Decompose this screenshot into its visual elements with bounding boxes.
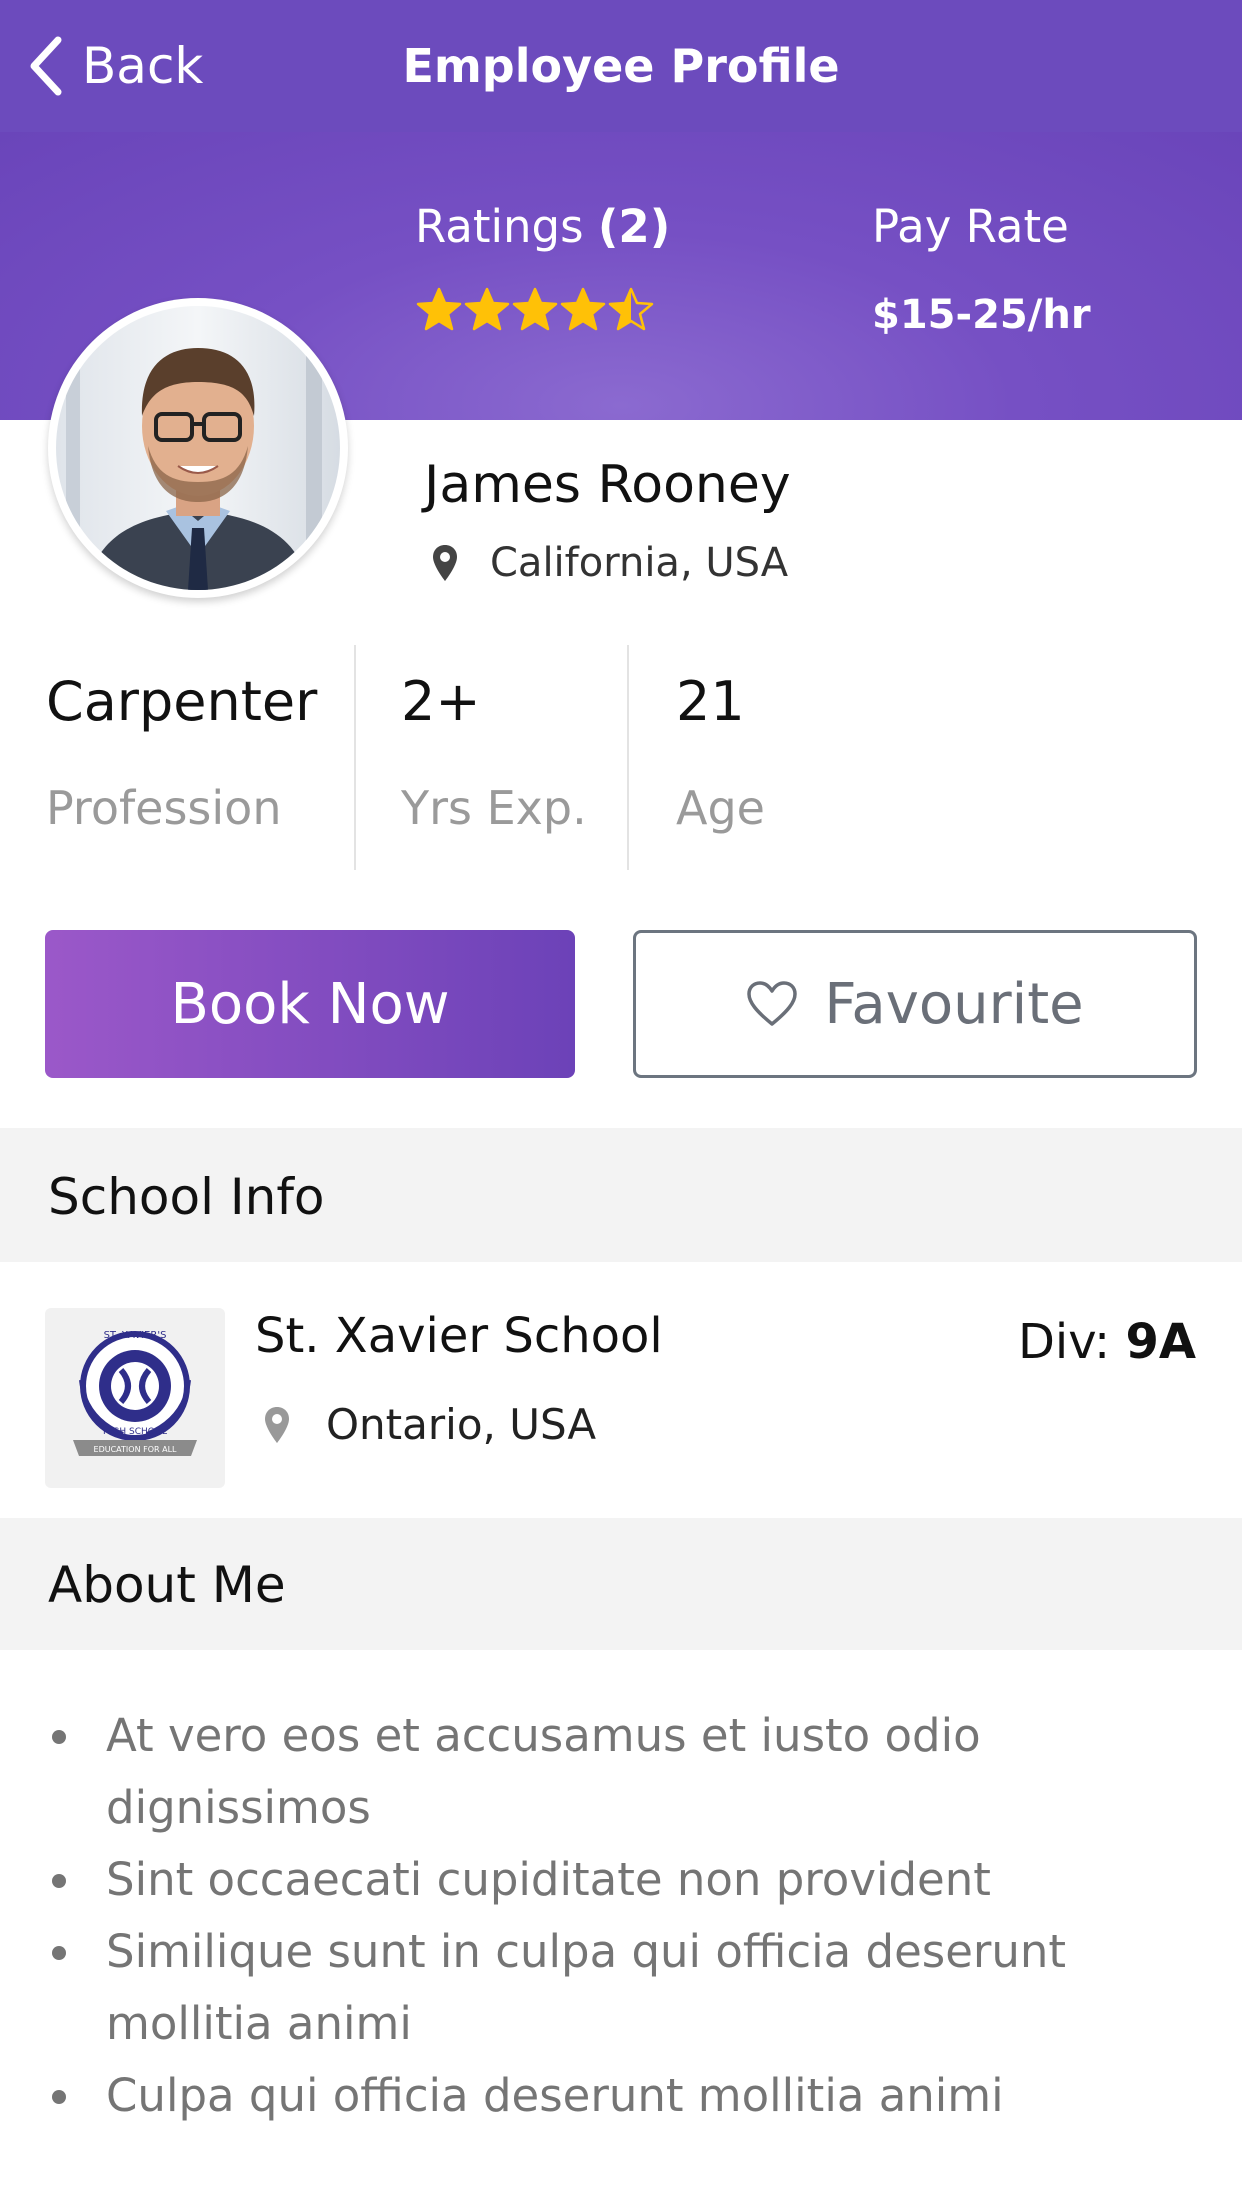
pay-rate-label: Pay Rate bbox=[872, 200, 1069, 253]
stat-profession: Carpenter Profession bbox=[46, 670, 317, 835]
stat-value: 2+ bbox=[401, 670, 481, 733]
ratings-heading: Ratings (2) bbox=[415, 200, 670, 253]
stat-label: Age bbox=[676, 781, 765, 835]
division-label: Div: 9A bbox=[1018, 1314, 1196, 1370]
pay-rate-value: $15-25/hr bbox=[872, 292, 1091, 338]
about-list: At vero eos et accusamus et iusto odio d… bbox=[48, 1700, 1198, 2132]
list-item: Sint occaecati cupiditate non provident bbox=[48, 1844, 1198, 1916]
ratings-label: Ratings bbox=[415, 200, 584, 253]
list-item: Culpa qui officia deserunt mollitia anim… bbox=[48, 2060, 1198, 2132]
stat-experience: 2+ Yrs Exp. bbox=[401, 670, 587, 835]
division-value: 9A bbox=[1125, 1314, 1196, 1370]
star-full-icon bbox=[464, 287, 510, 331]
book-now-button[interactable]: Book Now bbox=[45, 930, 575, 1078]
employee-name: James Rooney bbox=[424, 455, 791, 515]
about-me-header: About Me bbox=[0, 1518, 1242, 1650]
employee-location: California, USA bbox=[430, 540, 788, 586]
location-text: California, USA bbox=[490, 540, 789, 586]
stat-label: Profession bbox=[46, 781, 282, 835]
school-info-header: School Info bbox=[0, 1128, 1242, 1262]
stat-label: Yrs Exp. bbox=[401, 781, 587, 835]
section-title: School Info bbox=[48, 1168, 325, 1226]
school-name: St. Xavier School bbox=[255, 1308, 663, 1364]
stat-value: 21 bbox=[676, 670, 745, 733]
list-item: Similique sunt in culpa qui officia dese… bbox=[48, 1916, 1198, 2060]
logo-text-mid: HIGH SCHOOL bbox=[103, 1427, 167, 1437]
school-location-text: Ontario, USA bbox=[326, 1400, 597, 1449]
location-pin-icon bbox=[265, 1406, 289, 1443]
avatar-photo bbox=[56, 306, 340, 590]
star-full-icon bbox=[560, 287, 606, 331]
star-full-icon bbox=[416, 287, 462, 331]
list-item: At vero eos et accusamus et iusto odio d… bbox=[48, 1700, 1198, 1844]
school-logo: ST. XAVIER'S HIGH SCHOOL EDUCATION FOR A… bbox=[45, 1308, 225, 1488]
avatar bbox=[48, 298, 348, 598]
favourite-button[interactable]: Favourite bbox=[633, 930, 1197, 1078]
page-title: Employee Profile bbox=[402, 39, 840, 93]
star-full-icon bbox=[512, 287, 558, 331]
ratings-count: (2) bbox=[597, 200, 671, 253]
nav-bar: Back Employee Profile bbox=[0, 0, 1242, 132]
stat-value: Carpenter bbox=[46, 670, 318, 733]
location-pin-icon bbox=[433, 545, 457, 581]
logo-text-top: ST. XAVIER'S bbox=[104, 1330, 167, 1341]
stat-divider bbox=[627, 645, 629, 870]
stat-divider bbox=[354, 645, 356, 870]
logo-ribbon-text: EDUCATION FOR ALL bbox=[94, 1445, 178, 1454]
star-rating bbox=[415, 286, 655, 338]
section-title: About Me bbox=[48, 1556, 286, 1614]
school-location: Ontario, USA bbox=[262, 1400, 596, 1449]
stat-age: 21 Age bbox=[676, 670, 765, 835]
division-caption: Div: bbox=[1017, 1314, 1111, 1370]
book-now-label: Book Now bbox=[170, 971, 450, 1037]
favourite-label: Favourite bbox=[824, 971, 1084, 1037]
star-half-icon bbox=[608, 287, 654, 331]
heart-icon bbox=[747, 981, 798, 1026]
